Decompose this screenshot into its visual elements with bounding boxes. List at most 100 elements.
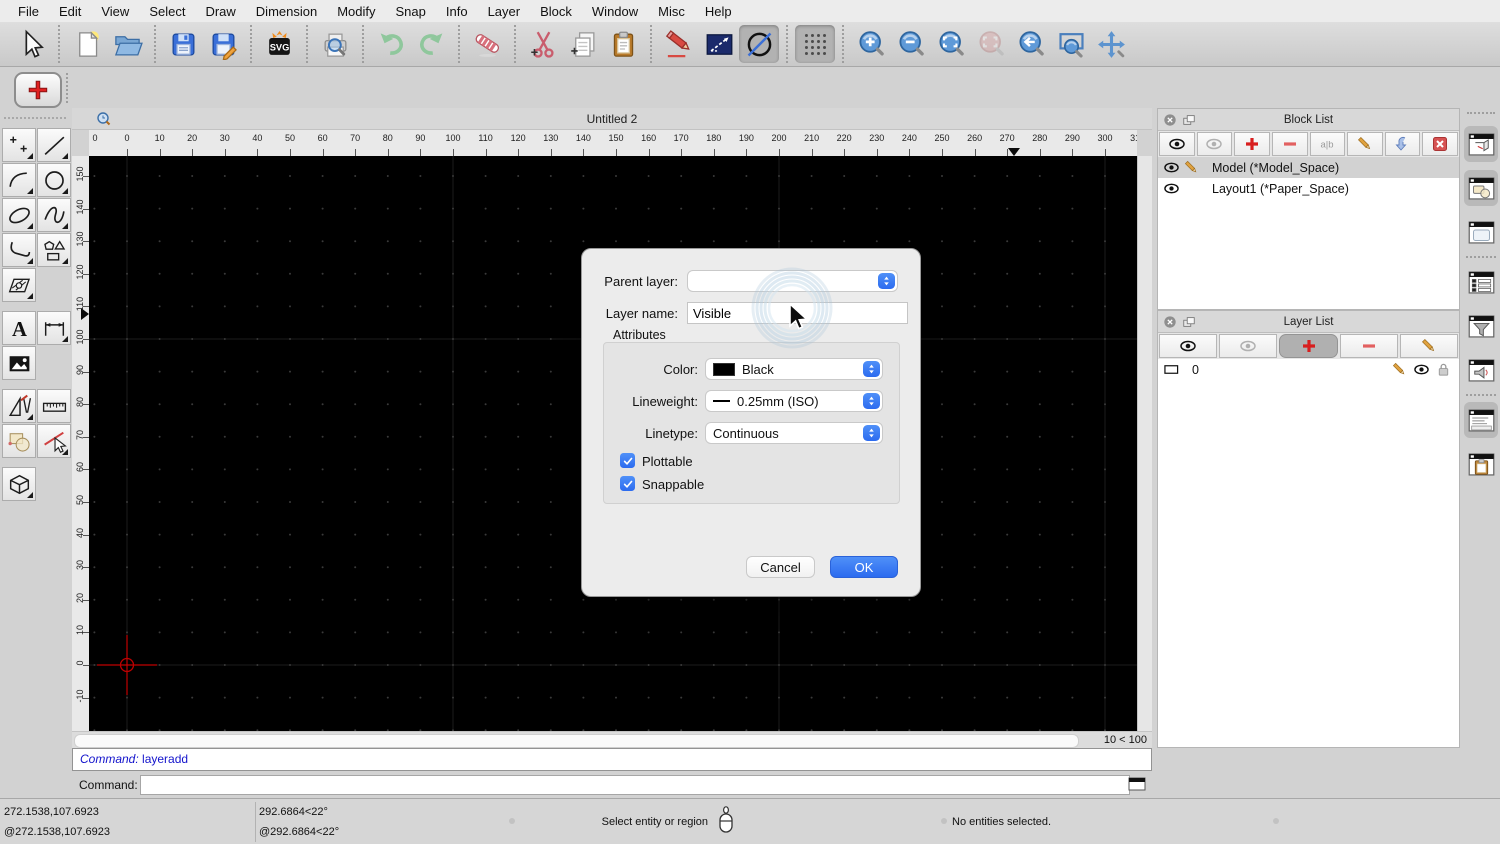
- zoom-out-icon[interactable]: [891, 25, 931, 63]
- zoom-auto-icon[interactable]: [931, 25, 971, 63]
- open-file-icon[interactable]: [107, 25, 147, 63]
- remove-block-icon[interactable]: [1271, 132, 1308, 156]
- shape-tool[interactable]: [37, 233, 71, 267]
- dock-properties-toggle[interactable]: [1464, 264, 1498, 300]
- menu-window[interactable]: Window: [582, 2, 648, 21]
- insert-block-icon[interactable]: [1384, 132, 1421, 156]
- pencil-icon[interactable]: [1184, 160, 1204, 175]
- palette-handle[interactable]: [4, 117, 66, 119]
- menu-block[interactable]: Block: [530, 2, 582, 21]
- modify-tool[interactable]: [2, 424, 36, 458]
- zoom-window-icon[interactable]: [1051, 25, 1091, 63]
- print-preview-icon[interactable]: [315, 25, 355, 63]
- pointer-icon[interactable]: [11, 25, 51, 63]
- dock-view-toggle[interactable]: [1464, 352, 1498, 388]
- horizontal-scrollbar-thumb[interactable]: [74, 734, 1079, 748]
- menu-layer[interactable]: Layer: [478, 2, 531, 21]
- close-icon[interactable]: [1163, 315, 1177, 329]
- menu-info[interactable]: Info: [436, 2, 478, 21]
- line-angle-icon[interactable]: [699, 25, 739, 63]
- horizontal-scrollbar[interactable]: 10 < 100: [72, 731, 1152, 748]
- eye-icon[interactable]: [1164, 160, 1184, 175]
- menu-help[interactable]: Help: [695, 2, 742, 21]
- arc-tool[interactable]: [2, 163, 36, 197]
- parent-layer-combo[interactable]: [687, 270, 898, 292]
- dock-layer-list-toggle[interactable]: [1464, 170, 1498, 206]
- copy-icon[interactable]: [563, 25, 603, 63]
- lineweight-combo[interactable]: 0.25mm (ISO): [705, 390, 883, 412]
- redo-icon[interactable]: [411, 25, 451, 63]
- edit-block-icon[interactable]: [1347, 132, 1383, 156]
- dock-handle[interactable]: [1467, 112, 1495, 114]
- eye-icon[interactable]: [1414, 362, 1429, 377]
- vertical-scrollbar[interactable]: [1137, 156, 1152, 731]
- dock-command-line-toggle[interactable]: [1464, 402, 1498, 438]
- menu-draw[interactable]: Draw: [195, 2, 245, 21]
- points-tool[interactable]: [2, 128, 36, 162]
- snappable-checkbox[interactable]: [620, 476, 635, 491]
- grid-toggle-icon[interactable]: [795, 25, 835, 63]
- circle-tool[interactable]: [37, 163, 71, 197]
- hide-all-layers-icon[interactable]: [1219, 334, 1278, 358]
- measure-tool[interactable]: [37, 389, 71, 423]
- image-tool[interactable]: [2, 346, 36, 380]
- text-tool[interactable]: A: [2, 311, 36, 345]
- cad-menu-button[interactable]: [14, 72, 62, 108]
- solid-tool[interactable]: [2, 467, 36, 501]
- hide-all-blocks-icon[interactable]: [1196, 132, 1233, 156]
- draw-pencil-icon[interactable]: [659, 25, 699, 63]
- stepper-icon[interactable]: [863, 361, 880, 377]
- dock-clipboard-toggle[interactable]: [1464, 446, 1498, 482]
- lock-icon[interactable]: [1436, 362, 1451, 377]
- linetype-combo[interactable]: Continuous: [705, 422, 883, 444]
- new-file-icon[interactable]: [67, 25, 107, 63]
- float-icon[interactable]: [1182, 315, 1196, 329]
- undo-icon[interactable]: [371, 25, 411, 63]
- spline-tool[interactable]: [37, 198, 71, 232]
- polyline-tool[interactable]: [2, 233, 36, 267]
- rename-block-icon[interactable]: a|b: [1309, 132, 1346, 156]
- delete-icon[interactable]: [467, 25, 507, 63]
- select-tool[interactable]: [37, 424, 71, 458]
- show-all-blocks-icon[interactable]: [1159, 132, 1195, 156]
- zoom-in-icon[interactable]: [851, 25, 891, 63]
- purge-block-icon[interactable]: [1422, 132, 1458, 156]
- block-row[interactable]: Layout1 (*Paper_Space): [1158, 178, 1459, 199]
- circle-line-icon[interactable]: [739, 25, 779, 63]
- edit-layer-icon[interactable]: [1399, 334, 1459, 358]
- dock-selection-filter-toggle[interactable]: [1464, 308, 1498, 344]
- svg-export-icon[interactable]: SVG: [259, 25, 299, 63]
- color-combo[interactable]: Black: [705, 358, 883, 380]
- menu-file[interactable]: File: [8, 2, 49, 21]
- menu-misc[interactable]: Misc: [648, 2, 695, 21]
- show-all-layers-icon[interactable]: [1159, 334, 1218, 358]
- menu-edit[interactable]: Edit: [49, 2, 91, 21]
- line-tool[interactable]: [37, 128, 71, 162]
- zoom-previous-icon[interactable]: [1011, 25, 1051, 63]
- command-panel-toggle-icon[interactable]: [1128, 776, 1146, 791]
- menu-modify[interactable]: Modify: [327, 2, 385, 21]
- drafting-tool[interactable]: [2, 389, 36, 423]
- stepper-icon[interactable]: [878, 273, 895, 289]
- cancel-button[interactable]: Cancel: [746, 556, 815, 578]
- menu-dimension[interactable]: Dimension: [246, 2, 327, 21]
- close-icon[interactable]: [1163, 113, 1177, 127]
- add-block-icon[interactable]: [1234, 132, 1270, 156]
- command-input[interactable]: [140, 775, 1130, 795]
- layer-row[interactable]: 0: [1158, 359, 1459, 380]
- block-row[interactable]: Model (*Model_Space): [1158, 157, 1459, 178]
- pencil-icon[interactable]: [1392, 362, 1407, 377]
- layer-name-input[interactable]: [687, 302, 908, 324]
- save-icon[interactable]: [163, 25, 203, 63]
- hatch-tool[interactable]: [2, 268, 36, 302]
- menu-view[interactable]: View: [91, 2, 139, 21]
- ellipse-tool[interactable]: [2, 198, 36, 232]
- remove-layer-icon[interactable]: [1339, 334, 1398, 358]
- eye-icon[interactable]: [1164, 181, 1184, 196]
- cut-icon[interactable]: [523, 25, 563, 63]
- float-icon[interactable]: [1182, 113, 1196, 127]
- ok-button[interactable]: OK: [830, 556, 898, 578]
- plottable-checkbox[interactable]: [620, 453, 635, 468]
- dock-block-list-toggle[interactable]: [1464, 126, 1498, 162]
- dock-library-toggle[interactable]: [1464, 214, 1498, 250]
